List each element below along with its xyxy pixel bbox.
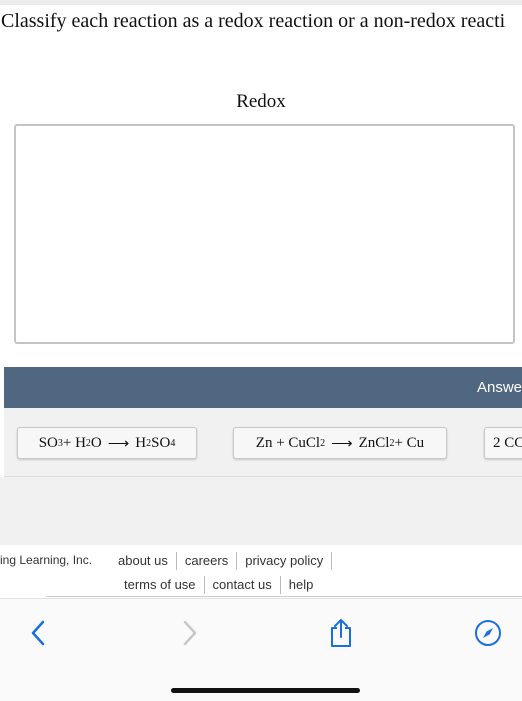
formula-text: Zn + CuCl	[255, 434, 321, 451]
formula-text: ZnCl	[358, 434, 390, 451]
redox-drop-zone[interactable]	[14, 124, 515, 344]
reaction-card-so3-h2o[interactable]: SO 3 + H 2 O ⟶ H 2 SO 4	[17, 427, 197, 459]
forward-icon[interactable]	[174, 617, 206, 649]
formula-text: SO	[151, 434, 171, 451]
question-text: Classify each reaction as a redox reacti…	[1, 10, 506, 32]
formula-text: + H	[62, 434, 86, 451]
compass-icon[interactable]	[472, 617, 504, 649]
help-link[interactable]: help	[281, 576, 322, 594]
footer-links-row-2: terms of use contact us help	[116, 576, 321, 594]
footer-links-row-1: about us careers privacy policy	[110, 552, 333, 570]
terms-of-use-link[interactable]: terms of use	[116, 576, 205, 594]
browser-toolbar	[0, 598, 522, 701]
formula-text: 2 CC	[493, 434, 522, 451]
answer-bank-header: Answe	[4, 367, 522, 408]
page-gray-area	[0, 477, 522, 545]
reaction-arrow: ⟶	[331, 435, 353, 452]
copyright-text: ing Learning, Inc.	[0, 553, 93, 567]
footer-divider	[46, 596, 522, 597]
formula-text: + Cu	[394, 434, 425, 451]
redox-bin-title: Redox	[236, 91, 286, 112]
home-indicator	[171, 688, 360, 693]
subscript: 2	[320, 437, 326, 449]
reaction-card-zn-cucl2[interactable]: Zn + CuCl 2 ⟶ ZnCl 2 + Cu	[233, 427, 447, 459]
about-us-link[interactable]: about us	[110, 552, 177, 570]
formula-text: SO	[38, 434, 58, 451]
answer-bank: SO 3 + H 2 O ⟶ H 2 SO 4 Zn + CuCl 2 ⟶ ZnCl 2 + Cu 2 …	[4, 408, 522, 477]
careers-link[interactable]: careers	[177, 552, 238, 570]
contact-us-link[interactable]: contact us	[205, 576, 281, 594]
top-strip	[0, 0, 522, 5]
answer-bank-label: Answe	[476, 379, 522, 396]
subscript: 4	[170, 437, 176, 449]
formula-text: H	[135, 434, 147, 451]
reaction-card-partial[interactable]: 2 CC	[484, 427, 522, 459]
back-icon[interactable]	[22, 617, 54, 649]
share-icon[interactable]	[325, 617, 357, 649]
privacy-policy-link[interactable]: privacy policy	[237, 552, 333, 570]
formula-text: O	[90, 434, 102, 451]
reaction-arrow: ⟶	[107, 435, 130, 452]
